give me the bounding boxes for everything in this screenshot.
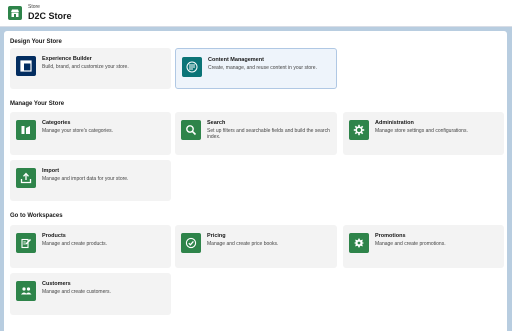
page-title: D2C Store: [28, 11, 72, 21]
card-categories[interactable]: Categories Manage your store's categorie…: [10, 112, 171, 155]
card-title: Content Management: [208, 57, 264, 63]
content-icon: [182, 57, 202, 77]
section-title-manage: Manage Your Store: [10, 101, 65, 107]
gear-icon: [349, 120, 369, 140]
card-search[interactable]: Search Set up filters and searchable fie…: [175, 112, 337, 155]
search-icon: [181, 120, 201, 140]
card-desc: Manage and create products.: [42, 240, 108, 247]
card-pricing[interactable]: Pricing Manage and create price books.: [175, 225, 337, 268]
card-desc: Manage your store's categories.: [42, 127, 113, 134]
card-desc: Set up filters and searchable fields and…: [207, 127, 330, 141]
card-desc: Manage and create price books.: [207, 240, 279, 247]
card-customers[interactable]: Customers Manage and create customers.: [10, 273, 171, 315]
upload-icon: [16, 168, 36, 188]
card-title: Administration: [375, 120, 414, 126]
card-promotions[interactable]: Promotions Manage and create promotions.: [343, 225, 504, 268]
card-title: Promotions: [375, 233, 406, 239]
card-title: Products: [42, 233, 66, 239]
card-desc: Build, brand, and customize your store.: [42, 63, 129, 70]
products-icon: [16, 233, 36, 253]
store-icon: [8, 6, 22, 20]
card-desc: Manage and create customers.: [42, 288, 111, 295]
customers-icon: [16, 281, 36, 301]
card-title: Pricing: [207, 233, 226, 239]
layout-icon: [16, 56, 36, 76]
categories-icon: [16, 120, 36, 140]
card-experience-builder[interactable]: Experience Builder Build, brand, and cus…: [10, 48, 171, 89]
section-title-workspaces: Go to Workspaces: [10, 213, 63, 219]
card-title: Import: [42, 168, 60, 174]
breadcrumb[interactable]: Store: [28, 5, 72, 10]
promotions-icon: [349, 233, 369, 253]
card-desc: Create, manage, and reuse content in you…: [208, 64, 317, 71]
page-header: Store D2C Store: [0, 0, 512, 27]
card-title: Experience Builder: [42, 56, 92, 62]
card-title: Customers: [42, 281, 71, 287]
store-panel: Design Your Store Experience Builder Bui…: [4, 31, 507, 331]
card-title: Categories: [42, 120, 71, 126]
card-administration[interactable]: Administration Manage store settings and…: [343, 112, 504, 155]
card-desc: Manage store settings and configurations…: [375, 127, 468, 134]
card-desc: Manage and import data for your store.: [42, 175, 129, 182]
card-desc: Manage and create promotions.: [375, 240, 446, 247]
card-content-management[interactable]: Content Management Create, manage, and r…: [175, 48, 337, 89]
pricing-icon: [181, 233, 201, 253]
card-products[interactable]: Products Manage and create products.: [10, 225, 171, 268]
card-import[interactable]: Import Manage and import data for your s…: [10, 160, 171, 201]
card-title: Search: [207, 120, 226, 126]
section-title-design: Design Your Store: [10, 39, 62, 45]
